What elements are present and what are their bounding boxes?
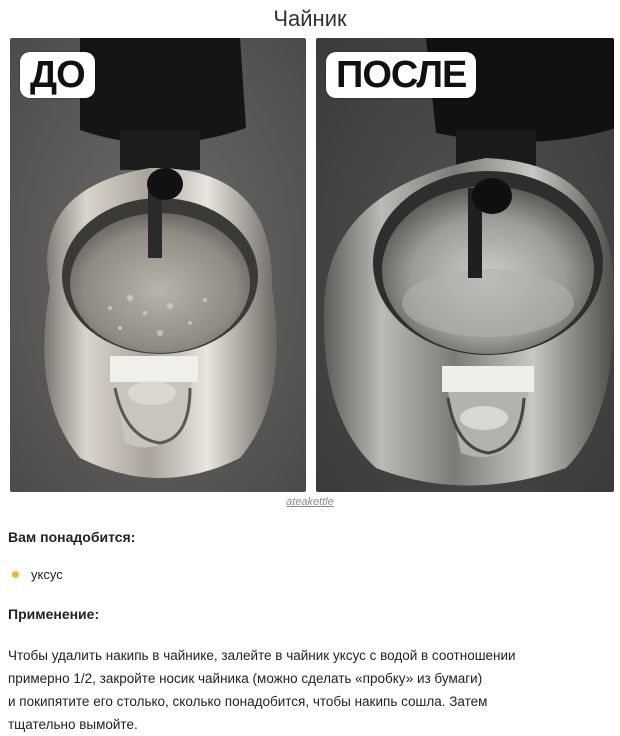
list-item: уксус [12, 567, 63, 582]
paragraph-line: Чтобы удалить накипь в чайнике, залейте … [8, 648, 516, 663]
after-label: ПОСЛЕ [326, 52, 477, 98]
list-item-label: уксус [31, 567, 63, 582]
after-photo: ПОСЛЕ [316, 38, 614, 492]
before-label: ДО [20, 52, 95, 98]
bullet-dot-icon [12, 571, 19, 578]
paragraph-line: примерно 1/2, закройте носик чайника (мо… [8, 671, 483, 686]
image-credit-link[interactable]: ateakettle [0, 496, 620, 508]
page-title: Чайник [273, 6, 347, 31]
kettle-before-image [10, 38, 306, 492]
paragraph-line: тщательно вымойте. [8, 717, 138, 732]
before-photo: ДО [10, 38, 306, 492]
paragraph-line: и покипятите его столько, сколько понадо… [8, 694, 488, 709]
needs-heading: Вам понадобится: [8, 529, 136, 545]
usage-paragraph: Чтобы удалить накипь в чайнике, залейте … [8, 644, 608, 736]
usage-heading: Применение: [8, 606, 100, 622]
kettle-after-image [316, 38, 614, 492]
